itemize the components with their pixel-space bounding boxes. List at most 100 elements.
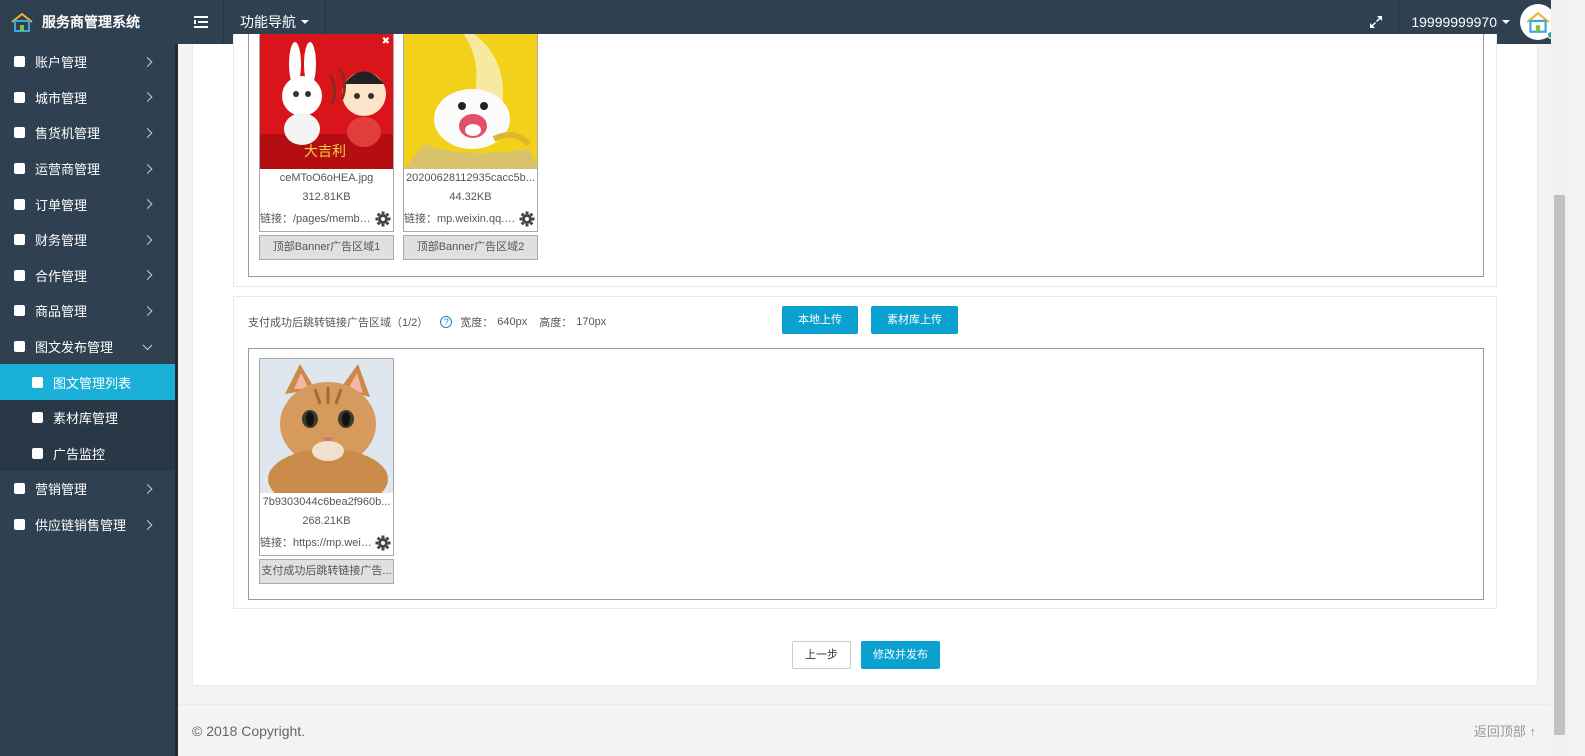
file-size: 312.81KB xyxy=(302,191,351,203)
sidebar-item-label: 供应链销售管理 xyxy=(35,518,127,534)
sidebar-item-label: 财务管理 xyxy=(35,233,88,249)
sidebar-subitem-ad-monitor[interactable]: 广告监控 xyxy=(0,436,175,472)
image-thumbnail[interactable]: 大吉利 ✖ xyxy=(259,34,394,169)
sidebar-item-label: 营销管理 xyxy=(35,482,88,498)
ad-area-button[interactable]: 顶部Banner广告区域1 xyxy=(259,235,394,260)
sidebar-item-marketing[interactable]: 营销管理 xyxy=(0,471,175,507)
sidebar-item-orders[interactable]: 订单管理 xyxy=(0,186,175,222)
function-nav-label: 功能导航 xyxy=(240,14,296,30)
banner-ad-section: 大吉利 ✖ ceMToO6oHEA.jpg 312.81KB 链接：/pages… xyxy=(233,34,1497,287)
sidebar-item-label: 订单管理 xyxy=(35,197,88,213)
sidebar-item-operator[interactable]: 运营商管理 xyxy=(0,151,175,187)
image-card: 大吉利 ✖ ceMToO6oHEA.jpg 312.81KB 链接：/pages… xyxy=(259,34,394,260)
sidebar: 账户管理 城市管理 售货机管理 运营商管理 订单管理 财务管理 合作管理 商品管… xyxy=(0,44,178,756)
footer: © 2018 Copyright. 返回顶部 ↑ xyxy=(178,704,1550,756)
sidebar-item-supply-chain[interactable]: 供应链销售管理 xyxy=(0,507,175,543)
caret-down-icon xyxy=(1502,20,1510,24)
back-to-top-link[interactable]: 返回顶部 ↑ xyxy=(1474,721,1536,740)
file-name: 20200628112935cacc5b... xyxy=(406,172,535,184)
sidebar-item-label: 合作管理 xyxy=(35,268,88,284)
chevron-down-icon xyxy=(142,339,153,350)
section-header: 支付成功后跳转链接广告区域（1/2） ? 宽度： 640px 高度： 170px xyxy=(248,314,606,330)
pay-image-grid: 7b9303044c6bea2f960b... 268.21KB 链接：http… xyxy=(248,348,1484,600)
sidebar-item-label: 运营商管理 xyxy=(35,162,101,178)
sidebar-subitem-content-list[interactable]: 图文管理列表 xyxy=(0,364,175,400)
scrollbar-thumb[interactable] xyxy=(1554,195,1565,735)
checkbox-icon xyxy=(14,91,25,103)
height-label: 高度： xyxy=(539,317,573,329)
ad-area-button[interactable]: 支付成功后跳转链接广告... xyxy=(259,559,394,584)
sidebar-item-label: 售货机管理 xyxy=(35,126,101,142)
prev-step-button[interactable]: 上一步 xyxy=(792,641,851,669)
library-upload-button[interactable]: 素材库上传 xyxy=(871,306,958,334)
section-title: 支付成功后跳转链接广告区域（1/2） xyxy=(248,317,429,329)
chevron-right-icon xyxy=(142,306,153,316)
banana-toy-image xyxy=(404,34,537,169)
sidebar-item-vending[interactable]: 售货机管理 xyxy=(0,115,175,151)
checkbox-icon xyxy=(14,198,25,210)
chevron-right-icon xyxy=(142,163,153,174)
sidebar-item-label: 账户管理 xyxy=(35,55,88,71)
copyright: © 2018 Copyright. xyxy=(192,722,306,739)
sidebar-item-city[interactable]: 城市管理 xyxy=(0,80,175,116)
image-meta: ceMToO6oHEA.jpg 312.81KB 链接：/pages/membe… xyxy=(259,169,394,232)
chevron-right-icon xyxy=(142,483,153,494)
ad-area-button[interactable]: 顶部Banner广告区域2 xyxy=(403,235,538,260)
width-value: 640px xyxy=(497,316,528,328)
checkbox-icon xyxy=(32,447,43,459)
svg-text:大吉利: 大吉利 xyxy=(304,144,346,160)
arrow-up-icon: ↑ xyxy=(1529,724,1537,739)
caret-down-icon xyxy=(301,20,309,24)
chevron-right-icon xyxy=(142,199,153,210)
link-text: 链接：/pages/membership xyxy=(260,213,373,225)
checkbox-icon xyxy=(14,519,25,531)
checkbox-icon xyxy=(32,376,43,388)
image-link: 链接：mp.weixin.qq.com xyxy=(404,207,537,231)
height-value: 170px xyxy=(576,316,607,328)
sidebar-item-label: 素材库管理 xyxy=(53,411,119,427)
sidebar-item-label: 图文管理列表 xyxy=(53,375,132,391)
menu-toggle-icon xyxy=(193,16,208,28)
checkbox-icon xyxy=(14,341,25,353)
sidebar-item-finance[interactable]: 财务管理 xyxy=(0,222,175,258)
gear-icon[interactable] xyxy=(375,535,391,551)
chevron-right-icon xyxy=(142,519,153,530)
sidebar-item-label: 商品管理 xyxy=(35,304,88,320)
local-upload-button[interactable]: 本地上传 xyxy=(782,306,858,334)
file-name: 7b9303044c6bea2f960b... xyxy=(262,496,391,508)
sidebar-item-label: 图文发布管理 xyxy=(35,340,114,356)
checkbox-icon xyxy=(14,269,25,281)
save-publish-button[interactable]: 修改并发布 xyxy=(861,641,940,669)
sidebar-item-label: 城市管理 xyxy=(35,90,88,106)
link-text: 链接：mp.weixin.qq.com xyxy=(404,213,517,225)
image-thumbnail[interactable] xyxy=(259,358,394,493)
sidebar-item-products[interactable]: 商品管理 xyxy=(0,293,175,329)
image-card: 20200628112935cacc5b... 44.32KB 链接：mp.we… xyxy=(403,34,538,260)
link-text: 链接：https://mp.weixin.qq.com xyxy=(260,537,373,549)
checkbox-icon xyxy=(14,163,25,175)
content-panel: 大吉利 ✖ ceMToO6oHEA.jpg 312.81KB 链接：/pages… xyxy=(192,34,1538,686)
image-link: 链接：https://mp.weixin.qq.com xyxy=(260,531,393,555)
page-scrollbar[interactable] xyxy=(1551,0,1568,756)
image-thumbnail[interactable] xyxy=(403,34,538,169)
help-icon[interactable]: ? xyxy=(440,316,453,328)
sidebar-item-cooperation[interactable]: 合作管理 xyxy=(0,258,175,294)
rabbit-new-year-image: 大吉利 xyxy=(260,34,393,169)
expand-icon xyxy=(1369,16,1382,28)
checkbox-icon xyxy=(14,234,25,246)
sidebar-item-account[interactable]: 账户管理 xyxy=(0,44,175,80)
sidebar-submenu: 图文管理列表 素材库管理 广告监控 xyxy=(0,364,175,472)
file-name: ceMToO6oHEA.jpg xyxy=(279,172,374,184)
house-avatar-icon xyxy=(1526,11,1550,33)
sidebar-item-content-publish[interactable]: 图文发布管理 xyxy=(0,329,175,365)
sidebar-subitem-material-library[interactable]: 素材库管理 xyxy=(0,400,175,436)
brand[interactable]: 服务商管理系统 xyxy=(0,0,178,44)
file-size: 268.21KB xyxy=(302,515,351,527)
gear-icon[interactable] xyxy=(375,211,391,227)
gear-icon[interactable] xyxy=(519,211,535,227)
close-icon[interactable]: ✖ xyxy=(382,36,390,47)
pay-success-ad-section: 支付成功后跳转链接广告区域（1/2） ? 宽度： 640px 高度： 170px… xyxy=(233,296,1497,609)
checkbox-icon xyxy=(14,483,25,495)
width-label: 宽度： xyxy=(460,317,494,329)
sidebar-toggle-button[interactable] xyxy=(178,0,224,44)
